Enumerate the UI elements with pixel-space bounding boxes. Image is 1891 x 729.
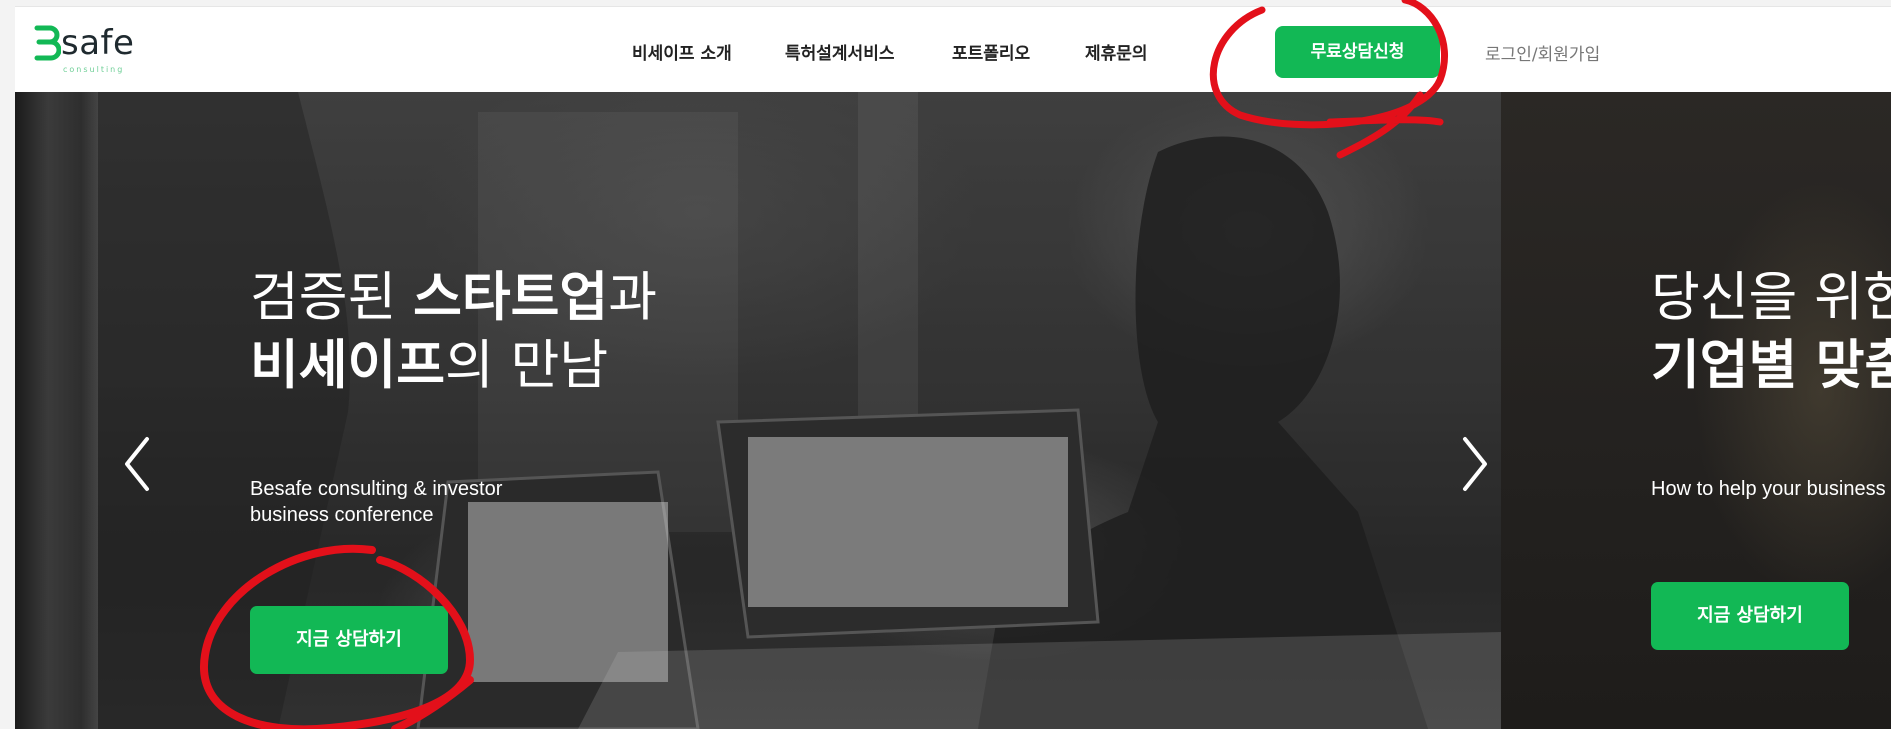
next-slide-subtitle: How to help your business xyxy=(1651,478,1886,500)
page: safe consulting 비세이프 소개 특허설계서비스 포트폴리오 제휴… xyxy=(0,0,1891,729)
next-slide-consult-button[interactable]: 지금 상담하기 xyxy=(1651,582,1849,650)
carousel-next-button[interactable] xyxy=(1455,434,1495,494)
hero-subtitle-line2: business conference xyxy=(250,504,434,526)
nav-item-patent-service[interactable]: 특허설계서비스 xyxy=(785,39,894,64)
carousel-prev-button[interactable] xyxy=(117,434,157,494)
chevron-right-icon xyxy=(1463,437,1487,491)
login-signup-link[interactable]: 로그인/회원가입 xyxy=(1485,40,1600,65)
hero-title-line2: 비세이프의 만남 xyxy=(250,335,609,396)
nav-item-about[interactable]: 비세이프 소개 xyxy=(632,39,732,64)
free-consultation-button[interactable]: 무료상담신청 xyxy=(1275,26,1440,78)
chevron-left-icon xyxy=(125,437,149,491)
site-header: safe consulting 비세이프 소개 특허설계서비스 포트폴리오 제휴… xyxy=(15,6,1891,93)
hero-slide-active: 검증된 스타트업과 비세이프의 만남 Besafe consulting & i… xyxy=(98,92,1501,729)
nav-item-partnership[interactable]: 제휴문의 xyxy=(1085,39,1148,64)
consult-now-button[interactable]: 지금 상담하기 xyxy=(250,606,448,674)
nav-item-portfolio[interactable]: 포트폴리오 xyxy=(952,39,1030,64)
prev-slide-peek xyxy=(15,92,98,729)
hero-subtitle-line1: Besafe consulting & investor xyxy=(250,478,503,500)
hero-title-line1: 검증된 스타트업과 xyxy=(250,267,657,328)
hero-carousel: 검증된 스타트업과 비세이프의 만남 Besafe consulting & i… xyxy=(15,92,1891,729)
hero-slide-next: 당신을 위한 기업별 맞춤 How to help your business … xyxy=(1501,92,1891,729)
next-slide-title-line2: 기업별 맞춤 xyxy=(1651,335,1891,396)
main-nav: 비세이프 소개 특허설계서비스 포트폴리오 제휴문의 무료상담신청 로그인/회원… xyxy=(15,7,1891,93)
next-slide-title-line1: 당신을 위한 xyxy=(1651,267,1891,328)
